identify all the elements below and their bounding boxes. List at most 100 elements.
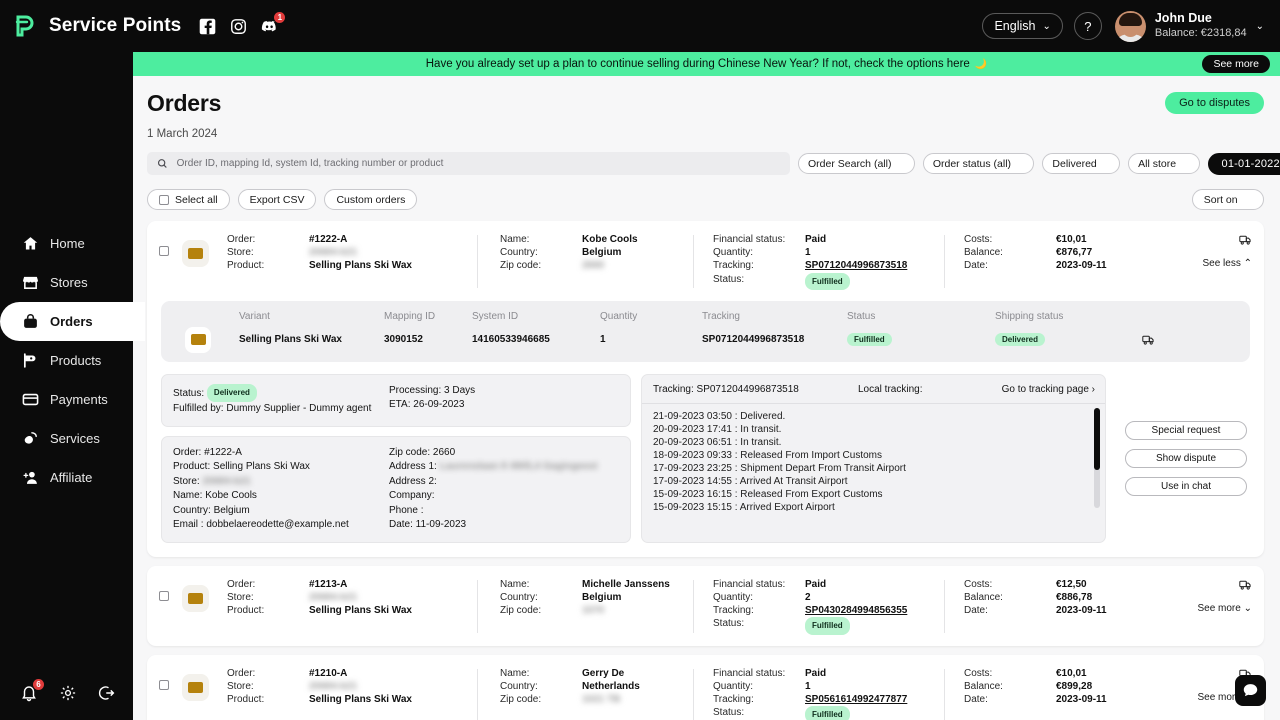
see-less-toggle[interactable]: See less ⌃ xyxy=(1202,258,1252,269)
gear-icon[interactable] xyxy=(59,684,77,702)
discord-icon[interactable]: 1 xyxy=(261,11,286,35)
costs-column: Costs: Balance: Date: €10,01 €899,28 202… xyxy=(945,667,1175,707)
special-request-button[interactable]: Special request xyxy=(1125,420,1247,440)
chevron-down-icon: ⌄ xyxy=(1243,194,1252,205)
logout-icon[interactable] xyxy=(98,684,116,702)
variant-table-row[interactable]: Selling Plans Ski Wax 3090152 1416053394… xyxy=(161,326,1250,354)
variant-table-header: Variant Mapping ID System ID Quantity Tr… xyxy=(161,307,1250,326)
tracking-link[interactable]: SP0712044996873518 xyxy=(805,259,907,272)
tracking-link[interactable]: SP0430284994856355 xyxy=(805,604,907,617)
detail-country: Country: Belgium xyxy=(173,504,250,516)
filter-label: Order status (all) xyxy=(932,157,1012,170)
show-dispute-button[interactable]: Show dispute xyxy=(1125,448,1247,468)
export-csv-button[interactable]: Export CSV xyxy=(237,189,317,210)
sidebar-item-stores[interactable]: Stores xyxy=(0,263,133,302)
processing-time: Processing: 3 Days xyxy=(389,384,476,396)
chat-icon xyxy=(1243,684,1258,697)
order-card[interactable]: Order: Store: Product: #1210-A 20684-b21… xyxy=(147,654,1264,720)
search-box[interactable] xyxy=(147,152,790,175)
go-to-disputes-button[interactable]: Go to disputes xyxy=(1165,92,1264,114)
order-card-actions: See less ⌃ xyxy=(1202,233,1252,269)
fulfilment-panel: Status: Delivered Fulfilled by: Dummy Su… xyxy=(161,373,631,427)
brand-name: Service Points xyxy=(49,15,182,36)
truck-icon[interactable] xyxy=(1142,333,1155,346)
sidebar: Home Stores Orders Products Payments Ser… xyxy=(0,52,145,720)
sidebar-item-products[interactable]: Products xyxy=(0,341,133,380)
filter-order-status[interactable]: Order status (all) ⌄ xyxy=(922,153,1035,174)
customer-column: Name: Country: Zip code: Gerry De Nether… xyxy=(478,667,693,707)
financial-column: Financial status: Quantity: Tracking: St… xyxy=(694,233,944,290)
order-card-actions: See more ⌄ xyxy=(1197,578,1252,614)
label-date: Date: xyxy=(964,260,988,272)
filter-order-search[interactable]: Order Search (all) ⌄ xyxy=(798,153,915,174)
financial-status-value: Paid xyxy=(805,667,827,679)
language-selector[interactable]: English ⌄ xyxy=(982,13,1063,39)
top-bar-right: English ⌄ ? John Due Balance: €2318,84 ⌄ xyxy=(982,10,1264,42)
scrollbar-thumb[interactable] xyxy=(1094,407,1100,470)
variant-system-id: 14160533946685 xyxy=(472,334,550,346)
detail-store: Store: 20684-b21 xyxy=(173,475,251,487)
order-checkbox[interactable] xyxy=(159,246,169,256)
label-financial-status: Financial status: xyxy=(713,667,786,679)
order-id: #1222-A xyxy=(309,234,348,245)
order-checkbox[interactable] xyxy=(159,590,169,601)
label-name: Name: xyxy=(500,234,530,245)
filter-date-range[interactable]: 01-01-2022 - 01-03-2024 xyxy=(1207,152,1280,175)
detail-phone: Phone : xyxy=(389,504,424,516)
variant-tracking: SP0712044996873518 xyxy=(702,334,805,346)
col-mapping-id: Mapping ID xyxy=(384,310,436,322)
page-date: 1 March 2024 xyxy=(147,128,218,140)
facebook-icon[interactable] xyxy=(199,18,216,35)
services-icon xyxy=(24,432,37,444)
date-value: 2023-09-11 xyxy=(1056,605,1107,617)
store-value: 20684-b21 xyxy=(309,592,358,604)
quantity-value: 1 xyxy=(805,247,811,259)
sidebar-item-payments[interactable]: Payments xyxy=(0,380,133,419)
brand[interactable]: Service Points xyxy=(14,13,181,39)
detail-zip: Zip code: 2660 xyxy=(389,446,456,458)
financial-column: Financial status: Quantity: Tracking: St… xyxy=(694,667,944,720)
label-balance: Balance: xyxy=(964,592,1003,604)
see-more-toggle[interactable]: See more ⌄ xyxy=(1197,603,1252,614)
user-menu[interactable]: John Due Balance: €2318,84 ⌄ xyxy=(1113,10,1264,42)
tracking-events[interactable]: 21-09-2023 03:50 : Delivered. 20-09-2023… xyxy=(642,404,1105,511)
instagram-icon[interactable] xyxy=(230,18,247,35)
detail-date: Date: 11-09-2023 xyxy=(389,519,467,531)
order-summary-row: Order: Store: Product: #1210-A 20684-b21… xyxy=(147,655,1264,720)
order-checkbox[interactable] xyxy=(159,679,169,690)
tracking-link[interactable]: SP0561614992477877 xyxy=(805,693,907,706)
main-content: Have you already set up a plan to contin… xyxy=(133,52,1280,720)
label-costs: Costs: xyxy=(964,667,993,679)
label-zip: Zip code: xyxy=(500,260,542,272)
chat-button[interactable] xyxy=(1235,675,1266,706)
status-badge: Fulfilled xyxy=(805,617,850,635)
order-card[interactable]: Order: Store: Product: #1213-A 20684-b21… xyxy=(147,565,1264,646)
see-more-promo-button[interactable]: See more xyxy=(1202,55,1270,73)
use-in-chat-button[interactable]: Use in chat xyxy=(1125,476,1247,496)
help-button[interactable]: ? xyxy=(1073,12,1102,40)
sidebar-item-home[interactable]: Home xyxy=(0,224,133,263)
tracking-number: Tracking: SP0712044996873518 xyxy=(653,383,799,395)
sort-on-button[interactable]: Sort on ⌄ xyxy=(1191,189,1264,210)
sidebar-item-orders[interactable]: Orders xyxy=(0,302,145,341)
date-value: 2023-09-11 xyxy=(1056,694,1107,706)
truck-icon[interactable] xyxy=(1239,578,1252,591)
order-id: #1210-A xyxy=(309,667,348,679)
custom-orders-button[interactable]: Custom orders xyxy=(324,189,418,210)
truck-icon[interactable] xyxy=(1239,233,1252,246)
sidebar-item-services[interactable]: Services xyxy=(0,419,133,458)
go-to-tracking-page-link[interactable]: Go to tracking page › xyxy=(1002,384,1095,395)
label-status: Status: xyxy=(713,707,745,719)
search-input[interactable] xyxy=(176,158,780,169)
order-card[interactable]: Order: Store: Product: #1222-A 20684-b21… xyxy=(147,221,1264,557)
filter-all-store[interactable]: All store ⌄ xyxy=(1128,153,1200,174)
detail-status-badge: Delivered xyxy=(206,383,257,403)
select-all-button[interactable]: Select all xyxy=(147,189,230,210)
sidebar-item-affiliate[interactable]: Affiliate xyxy=(0,458,133,497)
filter-delivered[interactable]: Delivered ⌄ xyxy=(1042,153,1121,174)
tracking-event: 15-09-2023 16:15 : Released From Export … xyxy=(653,489,883,501)
bell-icon[interactable]: 6 xyxy=(20,679,44,702)
select-all-checkbox[interactable] xyxy=(159,194,169,205)
label-quantity: Quantity: xyxy=(713,592,754,604)
tracking-scrollbar[interactable] xyxy=(1094,407,1100,508)
